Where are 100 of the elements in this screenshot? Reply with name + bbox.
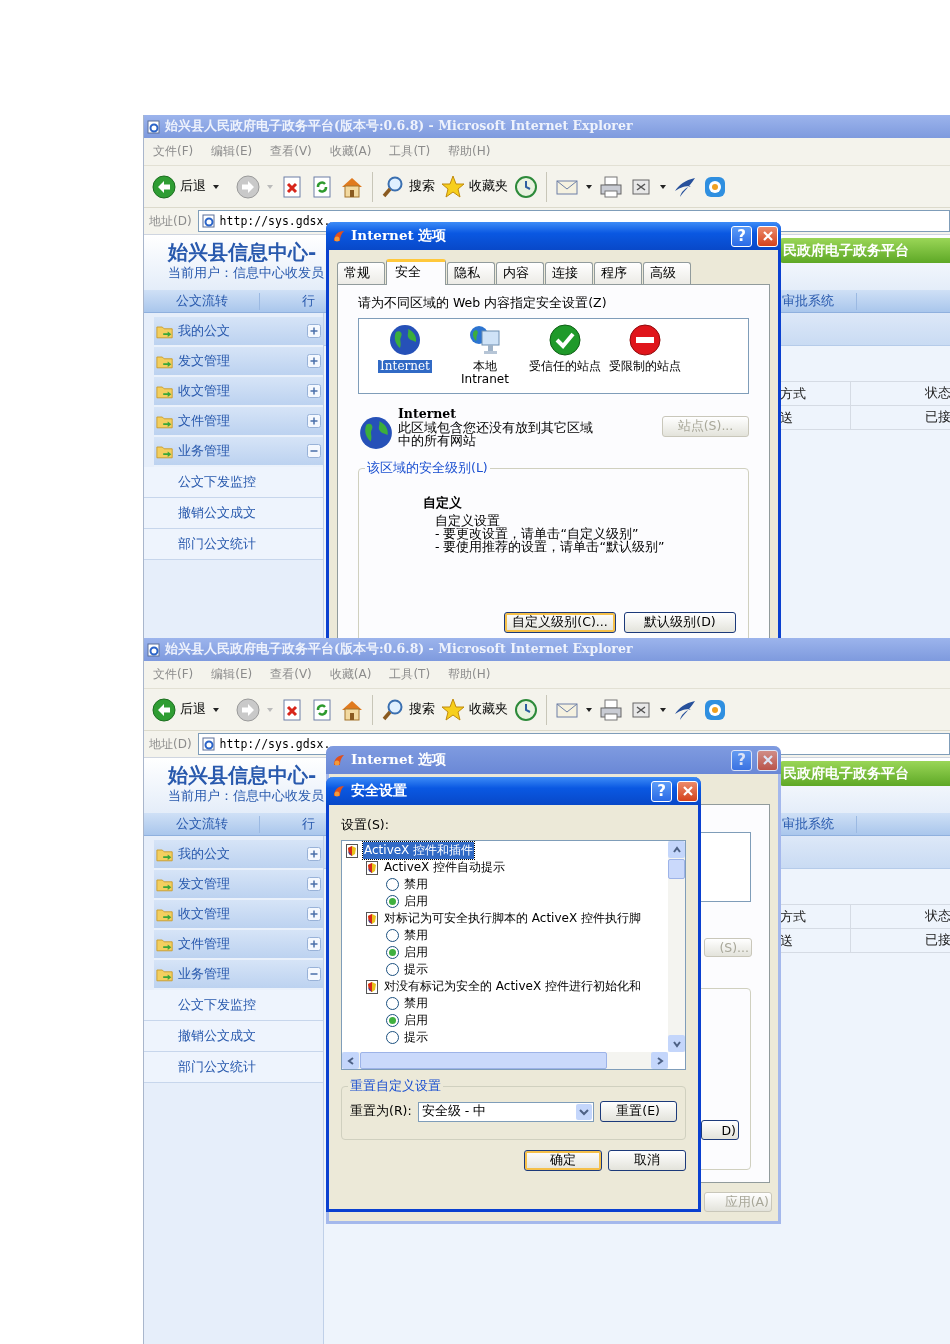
back-button[interactable]: 后退: [152, 697, 206, 722]
caret-icon[interactable]: [659, 182, 667, 191]
app-icon[interactable]: [703, 174, 727, 199]
expand-toggle-icon[interactable]: [307, 907, 321, 921]
nav-tab[interactable]: 行: [260, 815, 315, 833]
nav-tab[interactable]: 公文流转: [144, 292, 260, 310]
menu-item[interactable]: 编辑(E): [211, 666, 253, 683]
expand-toggle-icon[interactable]: [307, 937, 321, 951]
tab[interactable]: 连接: [545, 262, 593, 284]
tab[interactable]: 安全: [386, 259, 446, 285]
scroll-thumb[interactable]: [668, 859, 685, 879]
globe-monitor-icon[interactable]: [468, 323, 502, 357]
refresh-icon[interactable]: [310, 174, 334, 199]
help-button[interactable]: ?: [731, 225, 752, 247]
sidebar-item[interactable]: 公文下发监控: [144, 467, 323, 498]
radio-button[interactable]: [386, 1031, 399, 1044]
chevron-up-icon[interactable]: [671, 844, 682, 855]
sidebar-item[interactable]: 撤销公文成文: [144, 498, 323, 529]
sidebar-item[interactable]: 公文下发监控: [144, 990, 323, 1021]
zone-label[interactable]: 受限制的站点: [609, 360, 681, 373]
dialog-button[interactable]: 确定: [524, 1150, 602, 1171]
refresh-icon[interactable]: [310, 697, 334, 722]
close-button[interactable]: [677, 780, 698, 802]
radio-button[interactable]: [386, 946, 399, 959]
radio-button[interactable]: [386, 895, 399, 908]
tab[interactable]: 高级: [643, 262, 691, 284]
sidebar-group[interactable]: 业务管理: [154, 437, 323, 467]
app-icon[interactable]: [703, 697, 727, 722]
stop-icon[interactable]: [280, 174, 304, 199]
expand-toggle-icon[interactable]: [307, 967, 321, 981]
horizontal-scrollbar[interactable]: [342, 1052, 668, 1069]
radio-button[interactable]: [386, 997, 399, 1010]
close-button[interactable]: [757, 225, 778, 247]
help-button[interactable]: ?: [651, 780, 672, 802]
radio-button[interactable]: [386, 878, 399, 891]
menu-item[interactable]: 工具(T): [389, 143, 431, 160]
back-button[interactable]: 后退: [152, 174, 206, 199]
menu-item[interactable]: 查看(V): [270, 143, 312, 160]
tab[interactable]: 常规: [337, 262, 385, 284]
caret-icon[interactable]: [212, 705, 220, 714]
menu-item[interactable]: 文件(F): [153, 666, 194, 683]
expand-toggle-icon[interactable]: [307, 354, 321, 368]
printer-icon[interactable]: [599, 174, 623, 199]
sidebar-group[interactable]: 我的公文: [154, 840, 323, 870]
scroll-thumb[interactable]: [360, 1052, 607, 1069]
menu-item[interactable]: 文件(F): [153, 143, 194, 160]
expand-toggle-icon[interactable]: [307, 877, 321, 891]
printer-icon[interactable]: [599, 697, 623, 722]
sidebar-group[interactable]: 文件管理: [154, 407, 323, 437]
sidebar-item[interactable]: 撤销公文成文: [144, 1021, 323, 1052]
caret-icon[interactable]: [585, 705, 593, 714]
menu-item[interactable]: 工具(T): [389, 666, 431, 683]
caret-icon[interactable]: [659, 705, 667, 714]
globe-icon[interactable]: [388, 323, 422, 357]
sidebar-item[interactable]: 部门公文统计: [144, 529, 323, 560]
sidebar-group[interactable]: 收文管理: [154, 900, 323, 930]
no-entry-icon[interactable]: [628, 323, 662, 357]
expand-toggle-icon[interactable]: [307, 324, 321, 338]
radio-button[interactable]: [386, 929, 399, 942]
level-dropdown[interactable]: 安全级 - 中: [417, 1101, 594, 1122]
tree-item[interactable]: 对没有标记为安全的 ActiveX 控件进行初始化和: [383, 978, 642, 995]
default-level-button[interactable]: D): [701, 1120, 739, 1140]
menu-item[interactable]: 收藏(A): [329, 666, 372, 683]
sidebar-group[interactable]: 文件管理: [154, 930, 323, 960]
zone-label[interactable]: Internet: [378, 360, 432, 373]
menu-item[interactable]: 收藏(A): [329, 143, 372, 160]
expand-toggle-icon[interactable]: [307, 847, 321, 861]
check-icon[interactable]: [548, 323, 582, 357]
menu-item[interactable]: 帮助(H): [448, 143, 491, 160]
radio-button[interactable]: [386, 963, 399, 976]
search-button[interactable]: 搜索: [381, 174, 435, 199]
vertical-scrollbar[interactable]: [668, 841, 685, 1052]
tab[interactable]: 内容: [496, 262, 544, 284]
menu-item[interactable]: 查看(V): [270, 666, 312, 683]
dialog-button[interactable]: 取消: [608, 1150, 686, 1171]
menu-item[interactable]: 编辑(E): [211, 143, 253, 160]
tab[interactable]: 隐私: [447, 262, 495, 284]
sidebar-group[interactable]: 发文管理: [154, 347, 323, 377]
tab[interactable]: 程序: [594, 262, 642, 284]
sidebar-item[interactable]: 部门公文统计: [144, 1052, 323, 1083]
level-button[interactable]: 自定义级别(C)...: [504, 612, 616, 633]
tree-item[interactable]: ActiveX 控件和插件: [363, 842, 475, 859]
chevron-left-icon[interactable]: [345, 1055, 356, 1066]
radio-button[interactable]: [386, 1014, 399, 1027]
history-icon[interactable]: [514, 697, 538, 722]
sidebar-group[interactable]: 发文管理: [154, 870, 323, 900]
close-button[interactable]: [757, 749, 778, 771]
caret-icon[interactable]: [212, 182, 220, 191]
favorites-button[interactable]: 收藏夹: [441, 697, 508, 722]
stop-icon[interactable]: [280, 697, 304, 722]
zone-label[interactable]: 本地 Intranet: [449, 360, 521, 386]
sidebar-group[interactable]: 业务管理: [154, 960, 323, 990]
nav-tab[interactable]: 行: [260, 292, 315, 310]
favorites-button[interactable]: 收藏夹: [441, 174, 508, 199]
nav-tab[interactable]: 审批系统: [782, 292, 857, 310]
expand-toggle-icon[interactable]: [307, 444, 321, 458]
zone-label[interactable]: 受信任的站点: [529, 360, 601, 373]
nav-tab[interactable]: 公文流转: [144, 815, 260, 833]
history-icon[interactable]: [514, 174, 538, 199]
expand-toggle-icon[interactable]: [307, 414, 321, 428]
